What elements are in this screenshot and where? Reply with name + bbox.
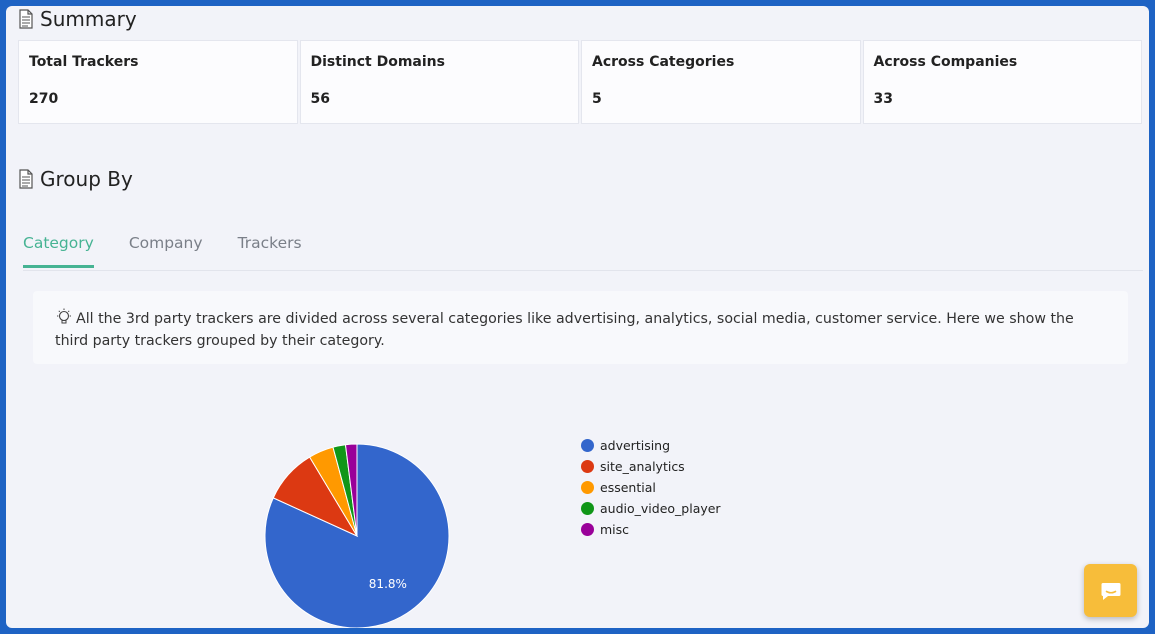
card-value: 5 <box>592 91 602 107</box>
legend-label: advertising <box>600 438 671 453</box>
group-by-tabs: Category Company Trackers <box>23 232 1143 271</box>
info-text: All the 3rd party trackers are divided a… <box>55 311 1074 349</box>
legend-item-essential[interactable]: essential <box>581 477 721 498</box>
chat-bubble-icon <box>1101 582 1120 600</box>
category-pie-chart: 81.8% <box>264 443 450 628</box>
chat-button[interactable] <box>1084 564 1137 617</box>
main-panel: Summary Total Trackers 270 Distinct Doma… <box>6 6 1149 628</box>
card-label: Across Companies <box>873 54 1018 70</box>
card-label: Total Trackers <box>29 54 139 70</box>
group-by-title: Group By <box>40 167 133 191</box>
legend-label: misc <box>600 522 630 537</box>
summary-title: Summary <box>40 7 137 31</box>
tab-company[interactable]: Company <box>129 232 203 268</box>
document-icon <box>19 9 33 29</box>
card-label: Distinct Domains <box>310 54 445 70</box>
card-value: 56 <box>310 91 330 107</box>
card-across-companies: Across Companies 33 <box>862 40 1142 124</box>
legend-item-advertising[interactable]: advertising <box>581 435 721 456</box>
legend-label: site_analytics <box>600 459 685 474</box>
legend-swatch <box>581 439 594 452</box>
legend-label: audio_video_player <box>600 501 721 516</box>
legend-label: essential <box>600 480 656 495</box>
chart-legend: advertising site_analytics essential audio_… <box>581 435 721 540</box>
legend-swatch <box>581 523 594 536</box>
legend-swatch <box>581 481 594 494</box>
card-label: Across Categories <box>592 54 735 70</box>
tab-trackers[interactable]: Trackers <box>238 232 302 268</box>
document-icon <box>19 169 33 189</box>
card-across-categories: Across Categories 5 <box>581 40 861 124</box>
card-value: 33 <box>873 91 893 107</box>
pie-slice-label: 81.8% <box>369 577 407 591</box>
legend-swatch <box>581 460 594 473</box>
legend-item-audio_video_player[interactable]: audio_video_player <box>581 498 721 519</box>
category-info-box: All the 3rd party trackers are divided a… <box>33 291 1128 364</box>
card-total-trackers: Total Trackers 270 <box>18 40 298 124</box>
lightbulb-icon <box>57 308 71 324</box>
legend-item-misc[interactable]: misc <box>581 519 721 540</box>
summary-cards: Total Trackers 270 Distinct Domains 56 A… <box>18 40 1142 124</box>
legend-swatch <box>581 502 594 515</box>
summary-heading: Summary <box>18 7 137 31</box>
card-value: 270 <box>29 91 59 107</box>
tab-category[interactable]: Category <box>23 232 94 268</box>
group-by-heading: Group By <box>18 167 133 191</box>
legend-item-site_analytics[interactable]: site_analytics <box>581 456 721 477</box>
card-distinct-domains: Distinct Domains 56 <box>299 40 579 124</box>
